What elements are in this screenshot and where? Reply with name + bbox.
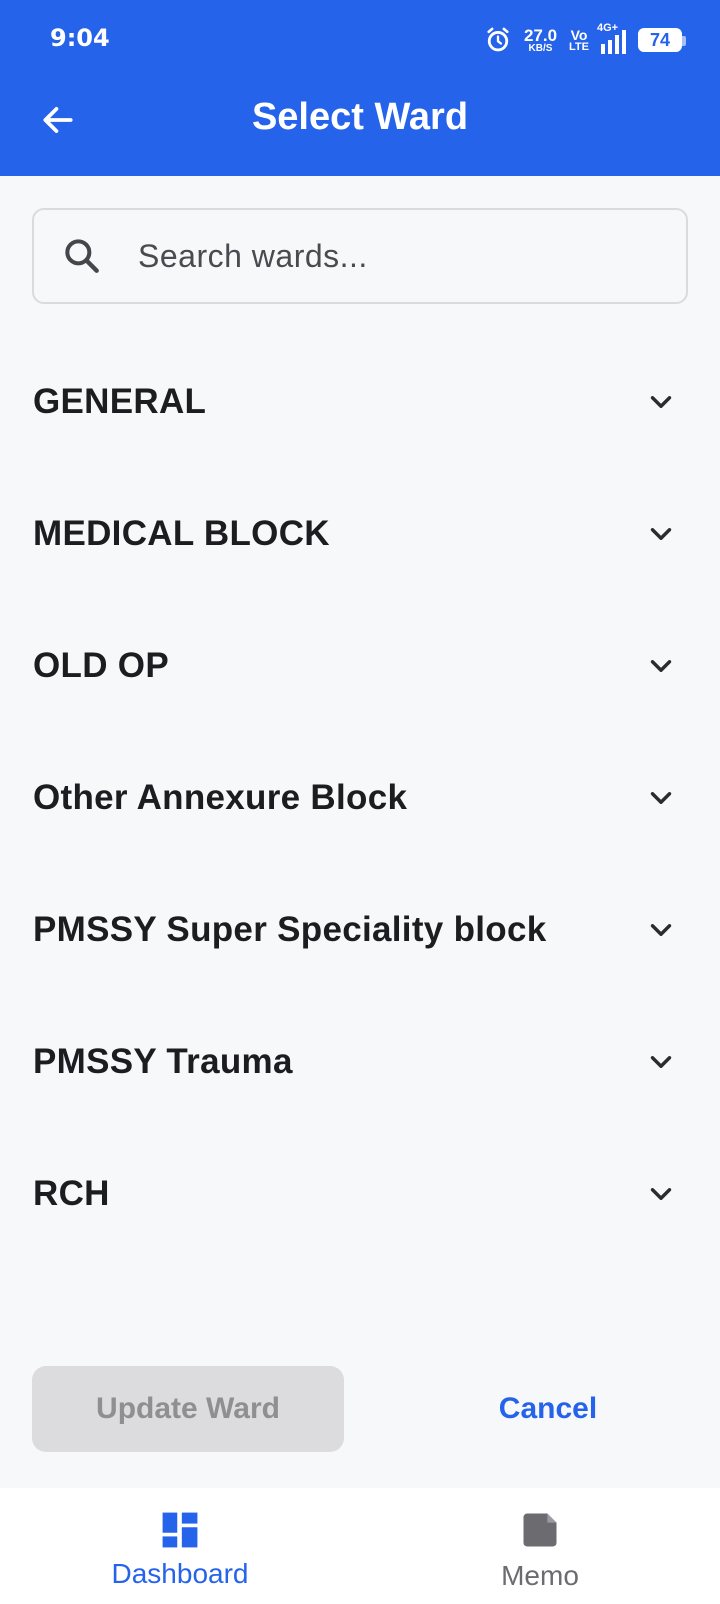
- network-type: 4G+: [597, 22, 619, 34]
- ward-group-medical-block[interactable]: MEDICAL BLOCK: [0, 468, 720, 600]
- volte-top: Vo: [570, 26, 588, 43]
- nav-item-memo[interactable]: Memo: [360, 1488, 720, 1604]
- speed-unit: KB/S: [528, 42, 553, 54]
- chevron-down-icon[interactable]: [644, 649, 678, 683]
- network-speed: 27.0 KB/S: [524, 27, 557, 54]
- chevron-down-icon[interactable]: [644, 781, 678, 815]
- volte-indicator: Vo LTE: [569, 28, 589, 53]
- action-buttons: Update Ward Cancel: [32, 1366, 688, 1452]
- ward-group-pmssy-trauma[interactable]: PMSSY Trauma: [0, 996, 720, 1128]
- chevron-down-icon[interactable]: [644, 517, 678, 551]
- chevron-down-icon[interactable]: [644, 1177, 678, 1211]
- dashboard-icon: [158, 1508, 202, 1552]
- search-input[interactable]: [138, 237, 686, 275]
- chevron-down-icon[interactable]: [644, 385, 678, 419]
- status-icons: 27.0 KB/S Vo LTE 4G+ 74: [484, 22, 686, 56]
- ward-group-label: MEDICAL BLOCK: [33, 514, 330, 553]
- alarm-icon: [484, 26, 512, 54]
- battery-indicator: 74: [638, 28, 686, 52]
- nav-item-dashboard[interactable]: Dashboard: [0, 1488, 360, 1604]
- ward-group-label: PMSSY Super Speciality block: [33, 910, 547, 949]
- nav-label-dashboard: Dashboard: [111, 1558, 249, 1589]
- app-header: 9:04 27.0 KB/S Vo LTE 4G+ 74 Select Ward: [0, 0, 720, 176]
- ward-group-label: PMSSY Trauma: [33, 1042, 293, 1081]
- ward-group-other-annexure-block[interactable]: Other Annexure Block: [0, 732, 720, 864]
- update-ward-button[interactable]: Update Ward: [32, 1366, 344, 1452]
- ward-group-old-op[interactable]: OLD OP: [0, 600, 720, 732]
- search-bar[interactable]: [32, 208, 688, 304]
- battery-level: 74: [649, 29, 671, 50]
- chevron-down-icon[interactable]: [644, 913, 678, 947]
- speed-value: 27.0: [523, 25, 558, 45]
- ward-group-rch[interactable]: RCH: [0, 1128, 720, 1260]
- status-bar: 9:04 27.0 KB/S Vo LTE 4G+ 74: [0, 0, 720, 82]
- ward-group-label: RCH: [33, 1174, 110, 1213]
- chevron-down-icon[interactable]: [644, 1045, 678, 1079]
- ward-group-pmssy-super-speciality-block[interactable]: PMSSY Super Speciality block: [0, 864, 720, 996]
- status-time: 9:04: [50, 24, 110, 52]
- ward-group-label: OLD OP: [33, 646, 169, 685]
- nav-label-memo: Memo: [501, 1560, 579, 1591]
- ward-list: GENERAL MEDICAL BLOCK OLD OP Other Annex…: [0, 336, 720, 1260]
- volte-bottom: LTE: [569, 40, 589, 53]
- ward-group-general[interactable]: GENERAL: [0, 336, 720, 468]
- memo-icon: [518, 1508, 562, 1552]
- bottom-navigation: Dashboard Memo: [0, 1488, 720, 1604]
- cancel-button[interactable]: Cancel: [432, 1366, 664, 1452]
- search-icon: [60, 234, 104, 278]
- signal-icon: 4G+: [597, 22, 626, 54]
- ward-group-label: GENERAL: [33, 382, 207, 421]
- ward-group-label: Other Annexure Block: [33, 778, 408, 817]
- page-title: Select Ward: [251, 96, 469, 138]
